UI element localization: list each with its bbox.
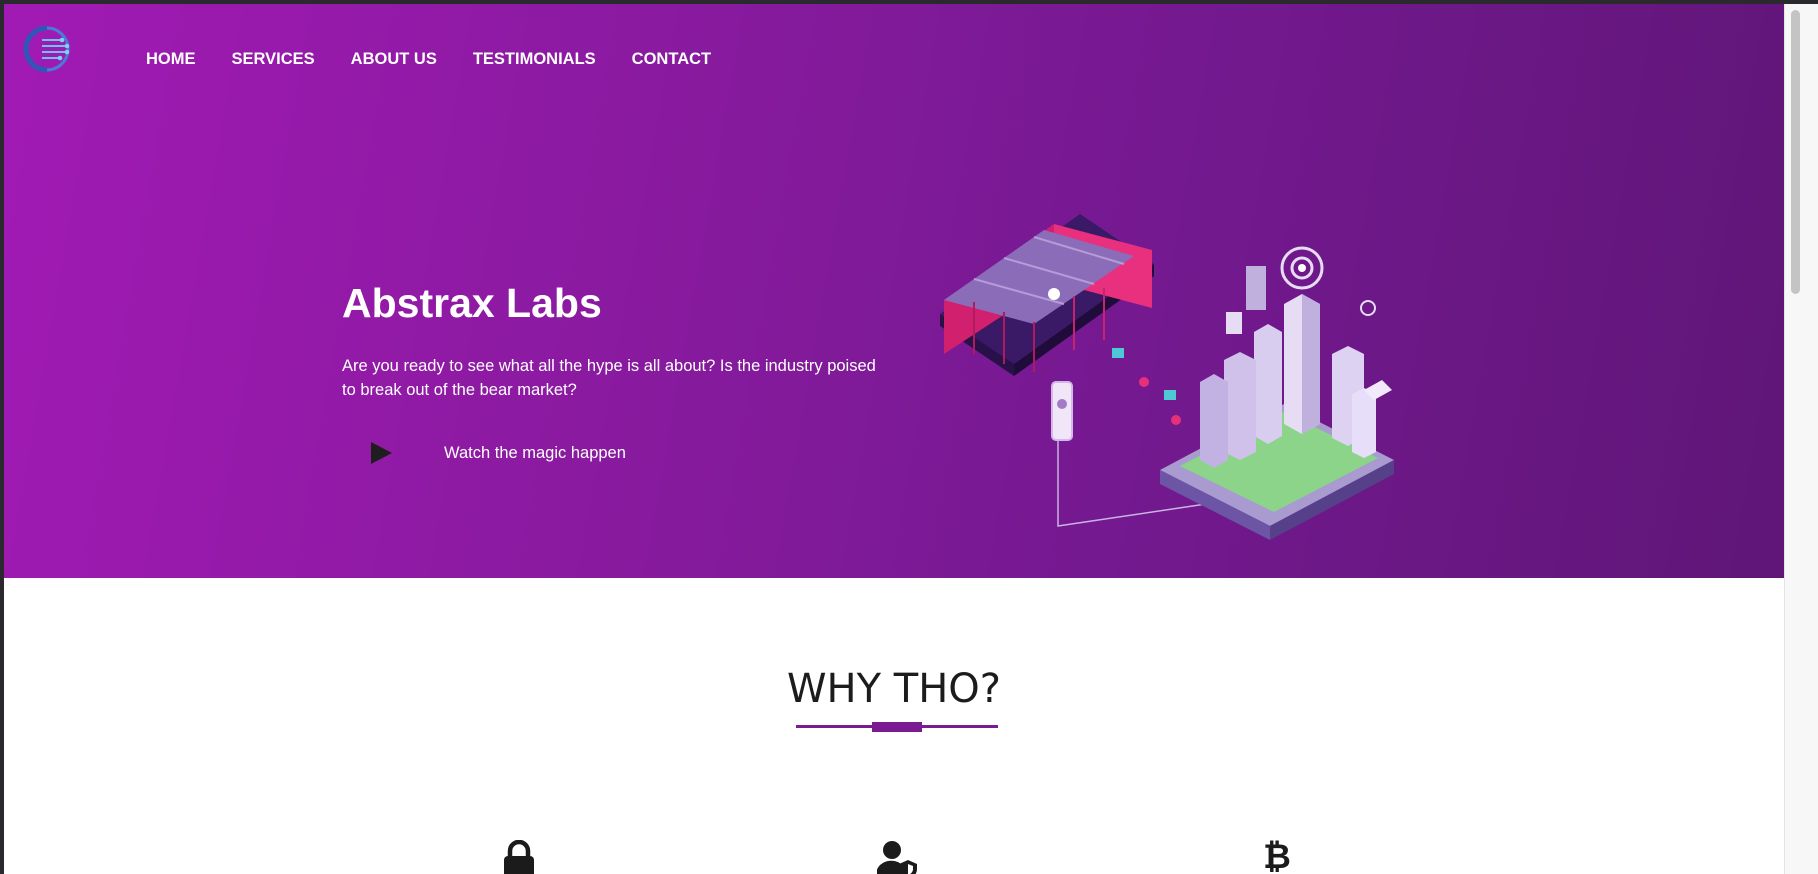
scrollbar-thumb[interactable]	[1791, 10, 1800, 294]
watch-video-label: Watch the magic happen	[444, 443, 626, 462]
hero-title: Abstrax Labs	[342, 280, 602, 326]
play-icon	[371, 442, 392, 464]
vertical-scrollbar[interactable]	[1784, 4, 1818, 874]
lock-icon	[504, 840, 534, 874]
user-shield-icon	[877, 841, 917, 874]
section-title-why: WHY THO?	[786, 666, 1001, 712]
svg-text:₿: ₿	[1264, 837, 1290, 874]
bitcoin-icon: ₿	[1264, 837, 1290, 874]
logo-icon[interactable]	[22, 24, 72, 74]
browser-viewport: HOME SERVICES ABOUT US TESTIMONIALS CONT…	[4, 4, 1784, 874]
nav-about-us[interactable]: ABOUT US	[351, 50, 437, 69]
watch-video-button[interactable]: Watch the magic happen	[368, 440, 626, 466]
nav-services[interactable]: SERVICES	[232, 50, 315, 69]
nav-home[interactable]: HOME	[146, 50, 196, 69]
isometric-city-illustration	[940, 214, 1394, 540]
nav-contact[interactable]: CONTACT	[632, 50, 711, 69]
hero-section: HOME SERVICES ABOUT US TESTIMONIALS CONT…	[4, 4, 1784, 578]
main-nav: HOME SERVICES ABOUT US TESTIMONIALS CONT…	[146, 50, 747, 69]
nav-testimonials[interactable]: TESTIMONIALS	[473, 50, 596, 69]
hero-subtitle: Are you ready to see what all the hype i…	[342, 357, 876, 399]
section-divider	[796, 722, 998, 732]
